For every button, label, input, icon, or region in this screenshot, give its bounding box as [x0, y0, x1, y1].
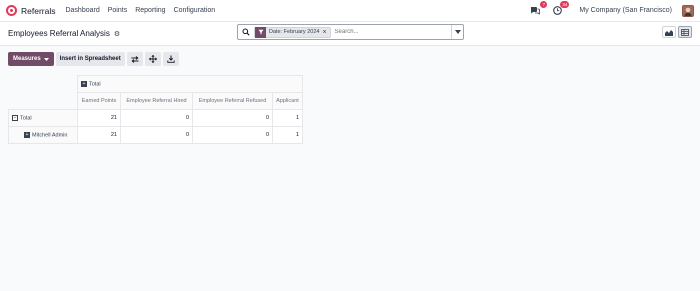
row-label: Mitchell Admin [32, 132, 68, 139]
pivot-toolbar: Measures Insert in Spreadsheet [0, 46, 700, 66]
download-icon [167, 55, 175, 63]
cell: 1 [272, 109, 303, 127]
search-facet-date[interactable]: Date: February 2024 × [254, 26, 331, 38]
search-options-toggle[interactable] [451, 25, 463, 39]
measures-button[interactable]: Measures [8, 52, 54, 66]
table-row: + Mitchell Admin 21 0 0 1 [8, 126, 303, 144]
row-header-mitchell-admin[interactable]: + Mitchell Admin [8, 126, 78, 144]
expand-icon: + [81, 80, 87, 87]
cell: 0 [192, 126, 273, 144]
cell: 0 [120, 126, 193, 144]
activities-badge: 34 [560, 0, 570, 8]
expand-all-button[interactable] [144, 52, 161, 66]
measure-header-referral-refused[interactable]: Employee Referral Refused [192, 92, 273, 110]
row-header-total[interactable]: − Total [8, 109, 78, 127]
filter-icon [255, 26, 266, 38]
chat-bubbles-icon [531, 7, 541, 15]
pivot-view-button[interactable] [678, 26, 692, 38]
pivot-table: + Total Earned Points Employee Referral H… [8, 75, 303, 144]
search-bar: Date: February 2024 × [237, 24, 464, 40]
gear-icon[interactable]: ⚙ [114, 30, 120, 38]
user-avatar[interactable] [682, 4, 694, 17]
close-icon[interactable]: × [322, 29, 329, 36]
messages-icon[interactable]: 7 [529, 0, 548, 17]
row-label: Total [20, 115, 32, 122]
area-chart-icon [665, 29, 673, 36]
top-navbar: Referrals Dashboard Points Reporting Con… [0, 0, 700, 22]
cell: 1 [272, 126, 303, 144]
expand-icon: + [24, 131, 30, 138]
company-switcher[interactable]: My Company (San Francisco) [579, 7, 672, 14]
table-row: − Total 21 0 0 1 [8, 109, 303, 127]
caret-down-icon [43, 57, 49, 61]
app-name: Referrals [21, 5, 56, 16]
search-icon[interactable] [240, 28, 252, 36]
table-icon [681, 28, 689, 36]
measures-label: Measures [13, 56, 41, 62]
exchange-icon [131, 55, 139, 63]
flip-axis-button[interactable] [126, 52, 143, 66]
search-input[interactable] [334, 29, 451, 35]
view-switcher [662, 26, 692, 38]
measure-header-applicant[interactable]: Applicant [272, 92, 303, 110]
column-group-label: Total [89, 81, 101, 88]
referrals-app-icon [6, 5, 17, 16]
control-panel: Employees Referral Analysis ⚙ Date: Febr… [0, 22, 700, 46]
caret-down-icon [454, 30, 461, 34]
cell: 21 [77, 126, 121, 144]
avatar-face-icon [683, 5, 693, 16]
collapse-icon: − [12, 114, 18, 121]
menu-reporting[interactable]: Reporting [135, 7, 165, 14]
menu-dashboard[interactable]: Dashboard [65, 7, 99, 14]
arrows-icon [148, 55, 157, 63]
breadcrumb: Employees Referral Analysis ⚙ [8, 29, 120, 38]
cell: 0 [120, 109, 193, 127]
menu-configuration[interactable]: Configuration [174, 7, 216, 14]
page-title: Employees Referral Analysis [8, 29, 110, 38]
menu-points[interactable]: Points [108, 7, 127, 14]
insert-spreadsheet-button[interactable]: Insert in Spreadsheet [55, 52, 125, 66]
graph-view-button[interactable] [662, 26, 676, 38]
messages-badge: 7 [540, 0, 548, 8]
facet-label: Date: February 2024 [269, 29, 320, 35]
app-brand[interactable]: Referrals [6, 5, 55, 16]
measure-header-earned-points[interactable]: Earned Points [77, 92, 121, 110]
cell: 0 [192, 109, 273, 127]
download-button[interactable] [162, 52, 179, 66]
cell: 21 [77, 109, 121, 127]
measure-header-referral-hired[interactable]: Employee Referral Hired [120, 92, 193, 110]
column-group-header[interactable]: + Total [77, 75, 303, 93]
activities-icon[interactable]: 34 [551, 0, 570, 17]
